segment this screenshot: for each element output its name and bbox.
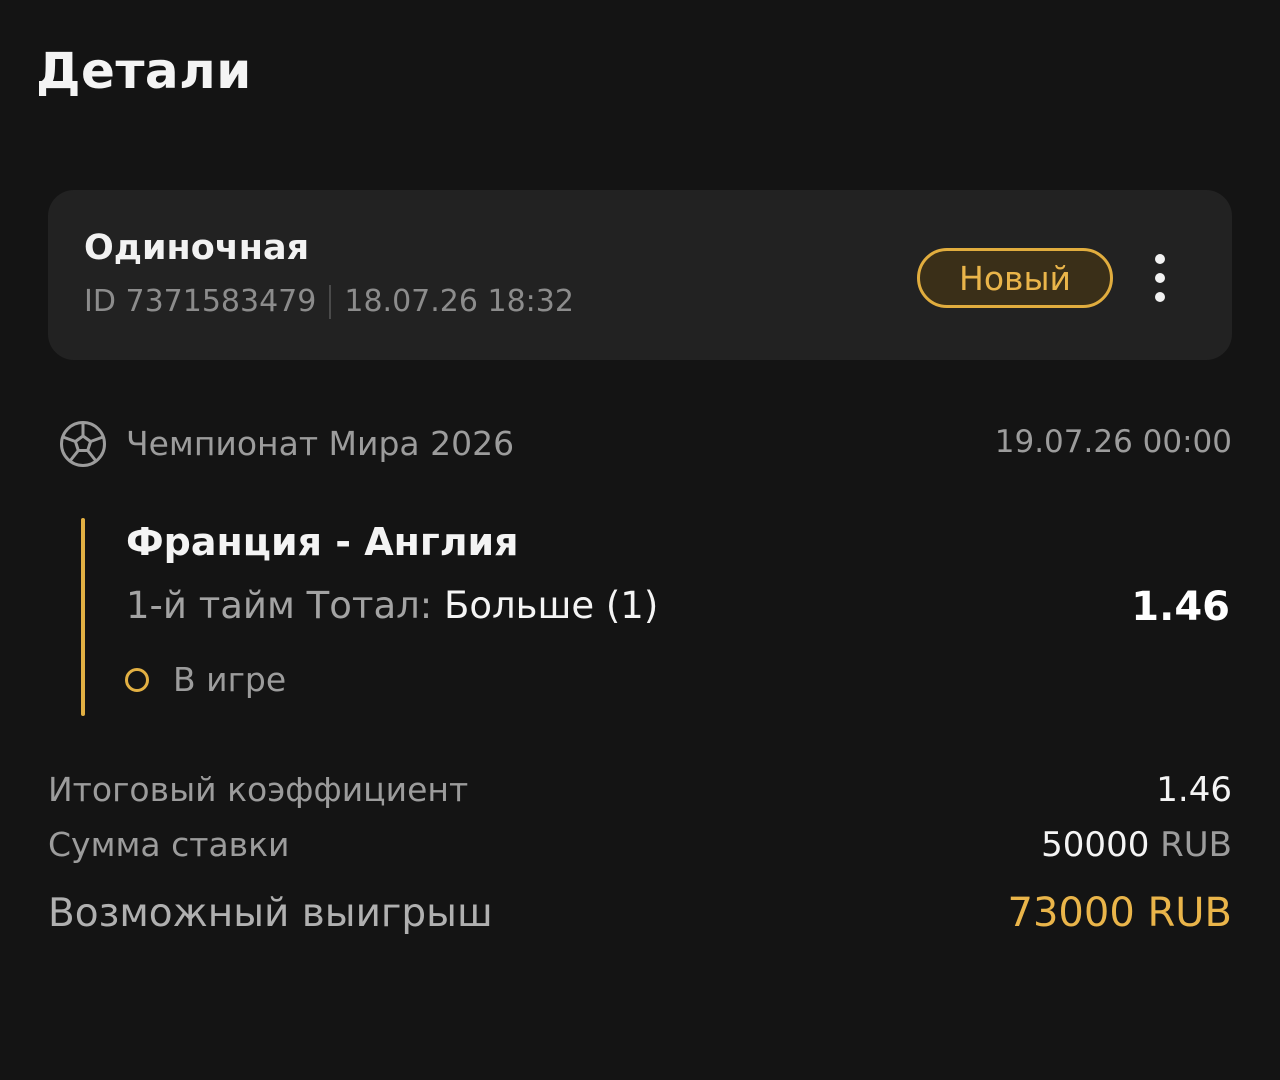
- stake-currency: RUB: [1160, 825, 1232, 865]
- total-odds-value: 1.46: [1156, 770, 1232, 810]
- page-title: Детали: [36, 42, 252, 100]
- bet-type: Одиночная: [84, 228, 310, 268]
- stake-amount: 50000: [1041, 825, 1150, 865]
- bet-placed-time: 18.07.26 18:32: [344, 284, 574, 319]
- summary-row-stake: Сумма ставки 50000 RUB: [48, 825, 1232, 865]
- bet-id: ID 7371583479: [84, 284, 317, 319]
- event-date: 19.07.26 00:00: [994, 424, 1232, 460]
- meta-divider: [329, 284, 332, 319]
- summary-row-total-odds: Итоговый коэффициент 1.46: [48, 770, 1232, 810]
- event-header: Чемпионат Мира 2026 19.07.26 00:00: [58, 418, 1232, 470]
- more-options-button[interactable]: [1142, 254, 1178, 302]
- bet-meta: ID 7371583479 18.07.26 18:32: [84, 284, 574, 319]
- selection-odds: 1.46: [1131, 584, 1230, 630]
- summary-row-payout: Возможный выигрыш 73000 RUB: [48, 890, 1232, 936]
- stake-value: 50000 RUB: [1041, 825, 1232, 865]
- live-status-text: В игре: [173, 660, 287, 699]
- payout-value: 73000 RUB: [1007, 890, 1232, 936]
- more-vertical-icon: [1155, 254, 1165, 264]
- match-name: Франция - Англия: [126, 520, 519, 564]
- more-vertical-icon: [1155, 273, 1165, 283]
- bet-selection: Франция - Англия 1-й тайм Тотал: Больше …: [81, 518, 1232, 716]
- market-label: 1-й тайм Тотал:: [126, 584, 444, 627]
- soccer-ball-icon: [60, 421, 106, 467]
- market-outcome: Больше (1): [444, 584, 659, 627]
- selection-accent-bar: [81, 518, 85, 716]
- live-status: В игре: [125, 660, 286, 699]
- tournament-name: Чемпионат Мира 2026: [126, 424, 515, 463]
- bet-summary-card: Одиночная ID 7371583479 18.07.26 18:32 Н…: [48, 190, 1232, 360]
- total-odds-label: Итоговый коэффициент: [48, 770, 469, 809]
- stake-label: Сумма ставки: [48, 825, 290, 864]
- bet-market: 1-й тайм Тотал: Больше (1): [126, 584, 658, 627]
- status-badge: Новый: [917, 248, 1113, 308]
- in-play-ring-icon: [125, 667, 149, 692]
- payout-label: Возможный выигрыш: [48, 891, 493, 936]
- more-vertical-icon: [1155, 292, 1165, 302]
- bet-details-screen: Детали Одиночная ID 7371583479 18.07.26 …: [0, 0, 1280, 1080]
